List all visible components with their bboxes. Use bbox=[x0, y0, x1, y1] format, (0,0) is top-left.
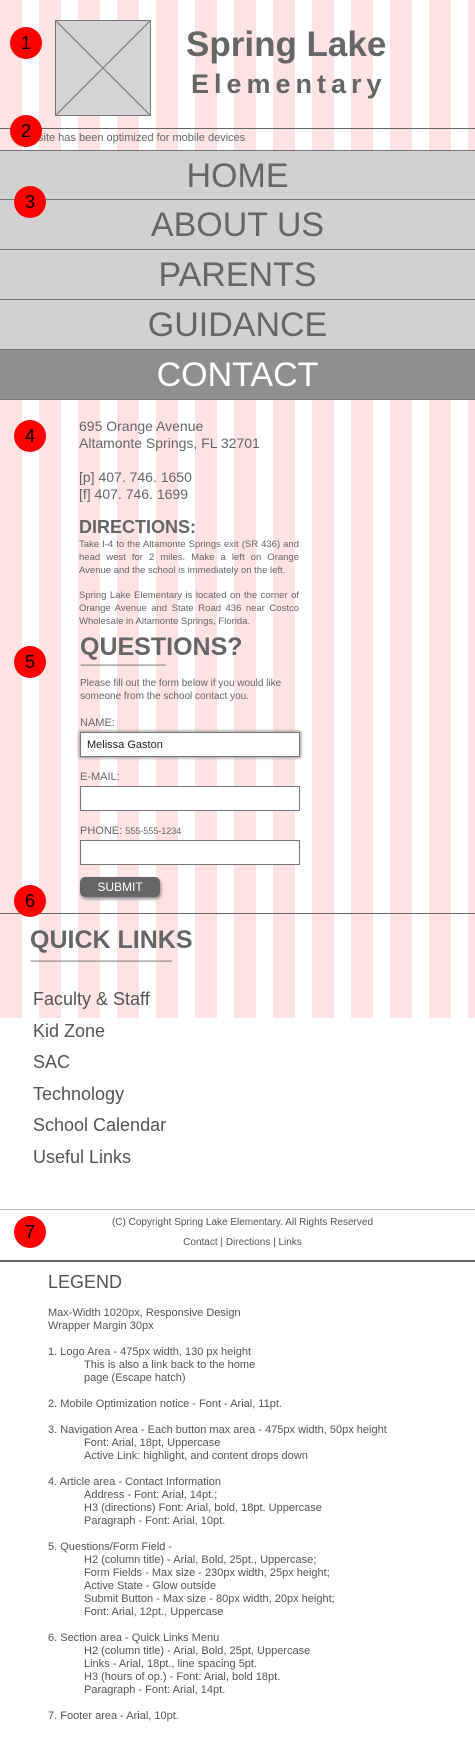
nav-parents[interactable]: PARENTS bbox=[0, 250, 475, 300]
contact-article: 695 Orange Avenue Altamonte Springs, FL … bbox=[79, 418, 299, 628]
questions-form: QUESTIONS? -----------------------------… bbox=[80, 633, 300, 897]
phone-number: [p] 407. 746. 1650 bbox=[79, 469, 192, 485]
annotation-marker-4: 4 bbox=[14, 420, 46, 452]
quick-link-technology[interactable]: Technology bbox=[33, 1082, 166, 1114]
legend-lines: Max-Width 1020px, Responsive Design Wrapp… bbox=[48, 1307, 468, 1723]
directions-heading: DIRECTIONS: bbox=[79, 517, 196, 537]
footer-links: Contact | Directions | Links bbox=[0, 1237, 475, 1248]
legend-line: H3 (directions) Font: Arial, bold, 18pt.… bbox=[84, 1502, 322, 1514]
legend-line: 6. Section area - Quick Links Menu bbox=[48, 1632, 220, 1644]
footer-link-directions[interactable]: Directions bbox=[226, 1237, 270, 1248]
copyright-text: (C) Copyright Spring Lake Elementary. Al… bbox=[111, 1217, 374, 1228]
legend-line: Wrapper Margin 30px bbox=[48, 1320, 154, 1332]
annotation-marker-2: 2 bbox=[10, 115, 42, 147]
legend-line: Active Link: highlight, and content drop… bbox=[84, 1450, 308, 1462]
legend-line: H2 (column title) - Arial, Bold, 25pt., … bbox=[84, 1554, 317, 1566]
legend-line: page (Escape hatch) bbox=[84, 1372, 186, 1384]
quick-links-list: Faculty & Staff Kid Zone SAC Technology … bbox=[33, 987, 166, 1176]
footer-link-contact[interactable]: Contact bbox=[183, 1237, 217, 1248]
legend: LEGEND Max-Width 1020px, Responsive Desi… bbox=[48, 1272, 468, 1723]
site-title-line1: Spring Lake bbox=[186, 25, 387, 64]
legend-line: Form Fields - Max size - 230px width, 25… bbox=[84, 1567, 330, 1579]
quick-links-heading-rule: ----------------------------------------… bbox=[30, 955, 172, 967]
annotation-marker-7: 7 bbox=[14, 1216, 46, 1248]
legend-line: 7. Footer area - Arial, 10pt. bbox=[48, 1710, 179, 1722]
mobile-optimization-notice: site has been optimized for mobile devic… bbox=[38, 132, 246, 144]
legend-gap bbox=[48, 1619, 468, 1632]
questions-heading: QUESTIONS? bbox=[80, 633, 243, 661]
legend-gap bbox=[48, 1463, 468, 1476]
fax-number: [f] 407. 746. 1699 bbox=[79, 486, 188, 502]
footer: (C) Copyright Spring Lake Elementary. Al… bbox=[0, 1217, 475, 1248]
quick-link-school-calendar[interactable]: School Calendar bbox=[33, 1113, 166, 1145]
footer-link-separator: | bbox=[273, 1237, 276, 1248]
legend-line: Address - Font: Arial, 14pt.; bbox=[84, 1489, 218, 1501]
annotation-marker-3: 3 bbox=[14, 186, 46, 218]
quick-link-useful-links[interactable]: Useful Links bbox=[33, 1145, 166, 1177]
section-divider bbox=[0, 913, 475, 914]
legend-line: 1. Logo Area - 475px width, 130 px heigh… bbox=[48, 1346, 252, 1358]
nav-guidance[interactable]: GUIDANCE bbox=[0, 300, 475, 350]
legend-line: 5. Questions/Form Field - bbox=[48, 1541, 173, 1553]
legend-line: Paragraph - Font: Arial, 14pt. bbox=[84, 1684, 226, 1696]
footer-link-links[interactable]: Links bbox=[278, 1237, 301, 1248]
submit-button[interactable]: SUBMIT bbox=[80, 877, 160, 897]
directions-paragraph: Take I-4 to the Altamonte Springs exit (… bbox=[79, 539, 299, 576]
legend-gap bbox=[48, 1333, 468, 1346]
legend-line: 3. Navigation Area - Each button max are… bbox=[48, 1424, 387, 1436]
logo-home-link[interactable] bbox=[55, 20, 151, 116]
nav-about-us[interactable]: ABOUT US bbox=[0, 200, 475, 250]
legend-line: Paragraph - Font: Arial, 10pt. bbox=[84, 1515, 226, 1527]
address-line1: 695 Orange Avenue bbox=[79, 418, 204, 434]
quick-links-heading: QUICK LINKS bbox=[30, 926, 193, 954]
legend-line: This is also a link back to the home bbox=[84, 1359, 256, 1371]
quick-link-kid-zone[interactable]: Kid Zone bbox=[33, 1019, 166, 1051]
annotation-marker-6: 6 bbox=[14, 885, 46, 917]
phone-field[interactable] bbox=[80, 840, 300, 865]
name-label: NAME: bbox=[80, 717, 115, 729]
site-title-line2: Elementary bbox=[191, 69, 387, 99]
quick-link-faculty-staff[interactable]: Faculty & Staff bbox=[33, 987, 166, 1019]
legend-line: Submit Button - Max size - 80px width, 2… bbox=[84, 1593, 335, 1605]
questions-intro: Please fill out the form below if you wo… bbox=[80, 678, 282, 702]
email-field[interactable] bbox=[80, 786, 300, 811]
legend-title: LEGEND bbox=[48, 1272, 123, 1292]
logo-placeholder-icon bbox=[56, 21, 150, 115]
address-line2: Altamonte Springs, FL 32701 bbox=[79, 435, 260, 451]
legend-line: H2 (column title) - Arial, Bold, 25pt, U… bbox=[84, 1645, 311, 1657]
legend-line: Links - Arial, 18pt., line spacing 5pt. bbox=[84, 1658, 258, 1670]
annotation-marker-1: 1 bbox=[10, 27, 42, 59]
legend-line: H3 (hours of op.) - Font: Arial, bold 18… bbox=[84, 1671, 281, 1683]
phone-label-wrap: PHONE: 555-555-1234 bbox=[80, 825, 300, 837]
legend-line: Font: Arial, 12pt., Uppercase bbox=[84, 1606, 224, 1618]
legend-gap bbox=[48, 1385, 468, 1398]
legend-gap bbox=[48, 1697, 468, 1710]
nav-home[interactable]: HOME bbox=[0, 150, 475, 200]
name-field[interactable] bbox=[80, 732, 300, 757]
footer-divider bbox=[0, 1209, 475, 1210]
legend-line: 2. Mobile Optimization notice - Font - A… bbox=[48, 1398, 282, 1410]
header-divider bbox=[0, 128, 475, 129]
footer-link-separator: | bbox=[220, 1237, 224, 1248]
legend-line: Max-Width 1020px, Responsive Design bbox=[48, 1307, 241, 1319]
phone-label: PHONE: bbox=[80, 825, 123, 837]
location-paragraph: Spring Lake Elementary is located on the… bbox=[79, 590, 299, 627]
legend-divider bbox=[0, 1260, 475, 1262]
legend-line: 4. Article area - Contact Information bbox=[48, 1476, 222, 1488]
main-navigation: HOME ABOUT US PARENTS GUIDANCE CONTACT bbox=[0, 150, 475, 400]
email-label: E-MAIL: bbox=[80, 771, 120, 783]
legend-gap bbox=[48, 1411, 468, 1424]
quick-link-sac[interactable]: SAC bbox=[33, 1050, 166, 1082]
legend-gap bbox=[48, 1528, 468, 1541]
legend-line: Active State - Glow outside bbox=[84, 1580, 217, 1592]
legend-line: Font: Arial, 18pt, Uppercase bbox=[84, 1437, 221, 1449]
phone-format-hint: 555-555-1234 bbox=[125, 826, 182, 836]
nav-contact[interactable]: CONTACT bbox=[0, 350, 475, 400]
annotation-marker-5: 5 bbox=[14, 646, 46, 678]
